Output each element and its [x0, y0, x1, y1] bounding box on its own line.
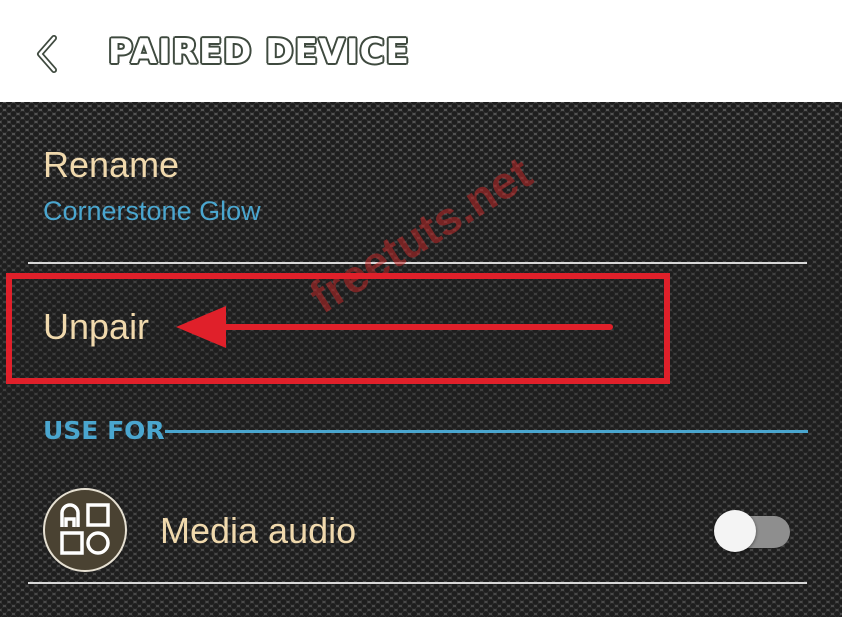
section-header-use-for: USE FOR [43, 416, 165, 445]
settings-panel: Rename Cornerstone Glow Unpair freetuts.… [0, 102, 842, 617]
arrow-left-icon [176, 306, 613, 348]
media-apps-glyph [60, 503, 110, 555]
toggle-knob [714, 510, 756, 552]
media-audio-label: Media audio [160, 510, 357, 551]
media-apps-icon [43, 488, 127, 572]
chevron-left-icon [37, 35, 57, 73]
divider [28, 582, 807, 584]
page-title: PAIRED DEVICE [108, 32, 410, 72]
back-button[interactable] [28, 30, 72, 78]
media-audio-toggle[interactable] [714, 510, 790, 552]
rename-label: Rename [43, 144, 180, 185]
section-header-line [165, 430, 808, 433]
header: PAIRED DEVICE [0, 0, 842, 102]
device-name: Cornerstone Glow [43, 196, 261, 226]
